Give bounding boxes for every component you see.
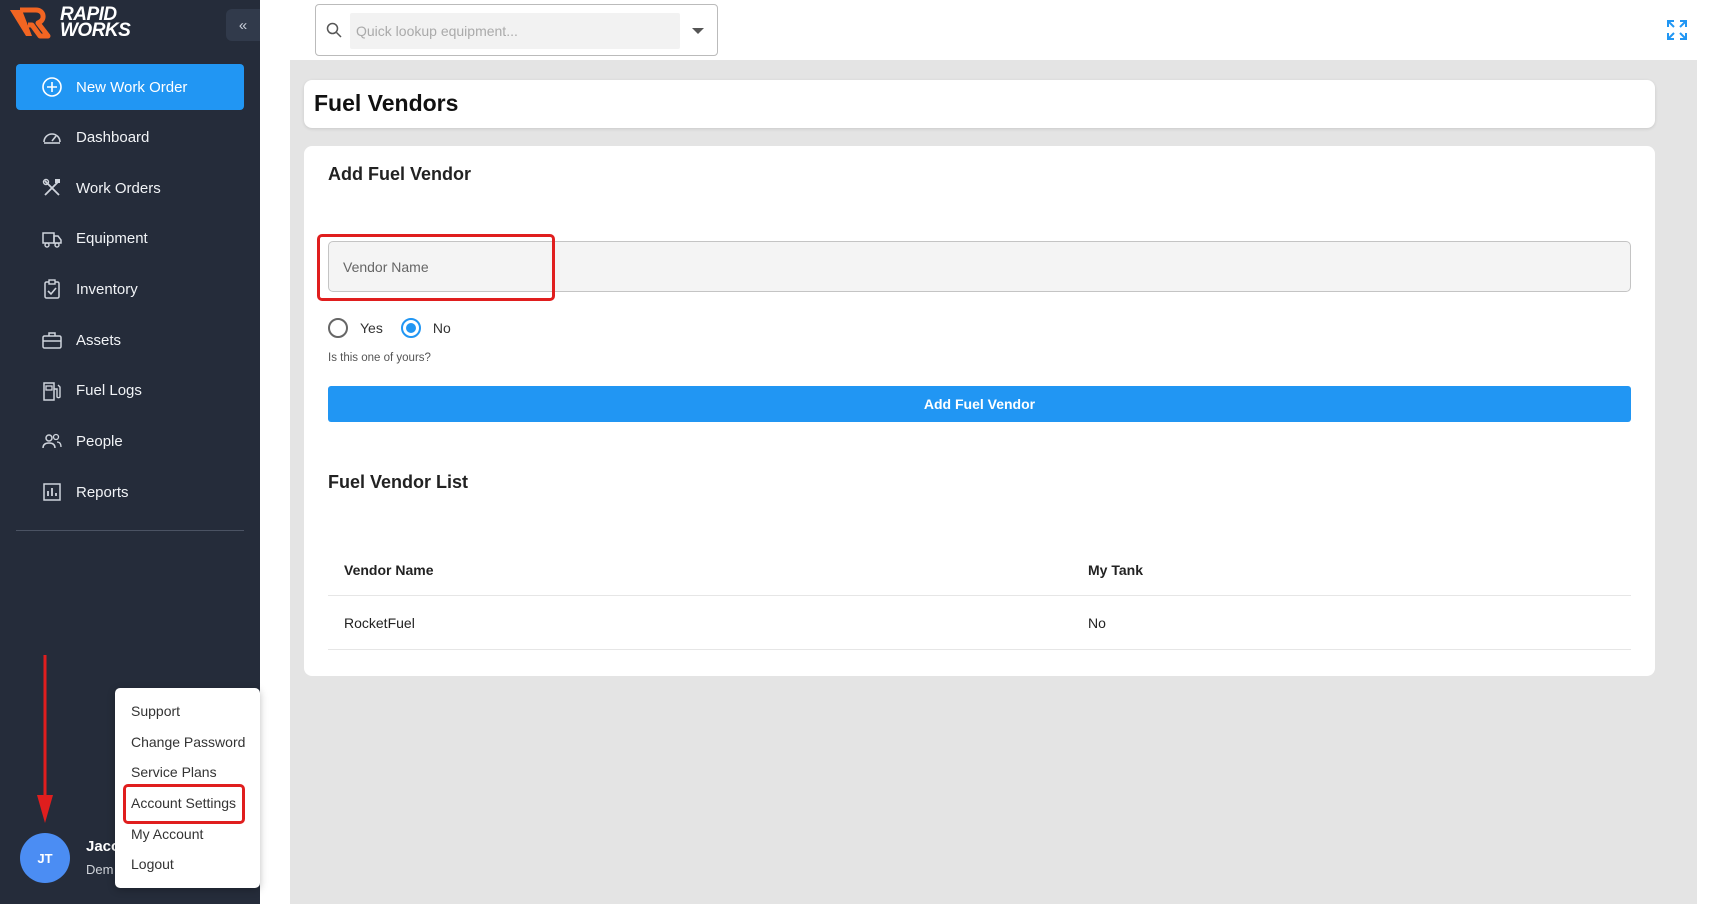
sidebar-item-fuel-logs[interactable]: Fuel Logs [16, 365, 244, 416]
vendor-list-heading: Fuel Vendor List [328, 472, 469, 492]
sidebar-item-label: People [76, 432, 123, 450]
sidebar-item-label: Work Orders [76, 179, 161, 197]
add-vendor-heading: Add Fuel Vendor [328, 164, 472, 184]
radio-yes-label[interactable]: Yes [360, 320, 383, 336]
radio-no[interactable] [400, 318, 421, 338]
avatar-initials: JT [37, 850, 53, 866]
radio-hint: Is this one of yours? [328, 352, 431, 364]
equipment-lookup-select[interactable] [315, 4, 718, 56]
sidebar-divider [16, 530, 244, 531]
content-gutter-right [1697, 60, 1719, 904]
cell-vendor-name: RocketFuel [344, 614, 415, 631]
new-work-order-label: New Work Order [76, 78, 188, 96]
radio-no-label[interactable]: No [433, 320, 451, 336]
sidebar-item-label: Assets [76, 331, 122, 349]
clipboard-check-icon [44, 279, 60, 300]
table-row[interactable]: RocketFuel No [328, 596, 1631, 650]
user-subtitle: Dem [86, 862, 114, 877]
radio-yes[interactable] [328, 318, 348, 338]
page-title: Fuel Vendors [314, 90, 459, 116]
sidebar-item-work-orders[interactable]: Work Orders [16, 163, 244, 214]
avatar[interactable]: JT [20, 833, 70, 883]
brand-logo[interactable]: RAPID WORKS [8, 5, 131, 41]
account-settings-highlight-box [123, 784, 245, 824]
sidebar-item-label: Inventory [76, 280, 138, 298]
bar-chart-icon [43, 483, 61, 501]
rapidworks-logo-icon [10, 7, 51, 39]
search-icon [326, 22, 342, 38]
menu-item-change-password[interactable]: Change Password [115, 727, 260, 758]
plus-circle-icon [42, 77, 62, 97]
sidebar-item-label: Reports [76, 483, 129, 501]
add-fuel-vendor-card: Add Fuel Vendor Yes No Is this one of yo… [304, 146, 1655, 446]
content-gutter-left [260, 60, 290, 904]
chevron-down-icon[interactable] [692, 28, 704, 34]
column-header-vendor-name[interactable]: Vendor Name [328, 562, 1088, 578]
collapse-sidebar-button[interactable]: « [226, 9, 260, 41]
sidebar-item-assets[interactable]: Assets [16, 315, 244, 366]
add-fuel-vendor-button[interactable]: Add Fuel Vendor [328, 386, 1631, 422]
brand-line-2: WORKS [60, 20, 131, 41]
vendor-name-highlight-box [317, 234, 555, 301]
toolbox-icon [42, 332, 62, 349]
table-header: Vendor Name My Tank [328, 544, 1631, 596]
sidebar-item-reports[interactable]: Reports [16, 467, 244, 518]
sidebar-item-label: Dashboard [76, 128, 150, 146]
fuel-vendor-list-card: Fuel Vendor List Vendor Name My Tank Roc… [304, 446, 1655, 676]
my-tank-radio-group: Yes No [328, 318, 469, 338]
sidebar-item-people[interactable]: People [16, 416, 244, 467]
sidebar-item-label: Fuel Logs [76, 382, 142, 400]
menu-item-support[interactable]: Support [115, 696, 260, 727]
people-icon [42, 434, 62, 449]
new-work-order-button[interactable]: New Work Order [16, 64, 244, 110]
menu-item-logout[interactable]: Logout [115, 849, 260, 880]
cell-my-tank: No [1088, 614, 1106, 631]
truck-icon [42, 231, 62, 248]
tools-icon [42, 178, 60, 196]
brand-name: RAPID WORKS [60, 5, 131, 41]
sidebar-item-inventory[interactable]: Inventory [16, 264, 244, 315]
page-title-card: Fuel Vendors [304, 80, 1655, 128]
speedometer-icon [43, 133, 61, 145]
sidebar-nav: Dashboard Work Orders Equipment Inventor… [16, 112, 244, 518]
column-header-my-tank[interactable]: My Tank [1088, 562, 1143, 578]
sidebar-item-dashboard[interactable]: Dashboard [16, 112, 244, 163]
vendor-table: Vendor Name My Tank RocketFuel No [328, 544, 1631, 650]
sidebar-item-label: Equipment [76, 230, 148, 248]
fuel-pump-icon [43, 382, 61, 401]
search-input[interactable] [350, 13, 680, 49]
double-chevron-left-icon: « [238, 16, 248, 34]
fullscreen-expand-icon[interactable] [1666, 19, 1688, 41]
red-arrow-annotation-icon [37, 655, 53, 823]
sidebar-item-equipment[interactable]: Equipment [16, 213, 244, 264]
